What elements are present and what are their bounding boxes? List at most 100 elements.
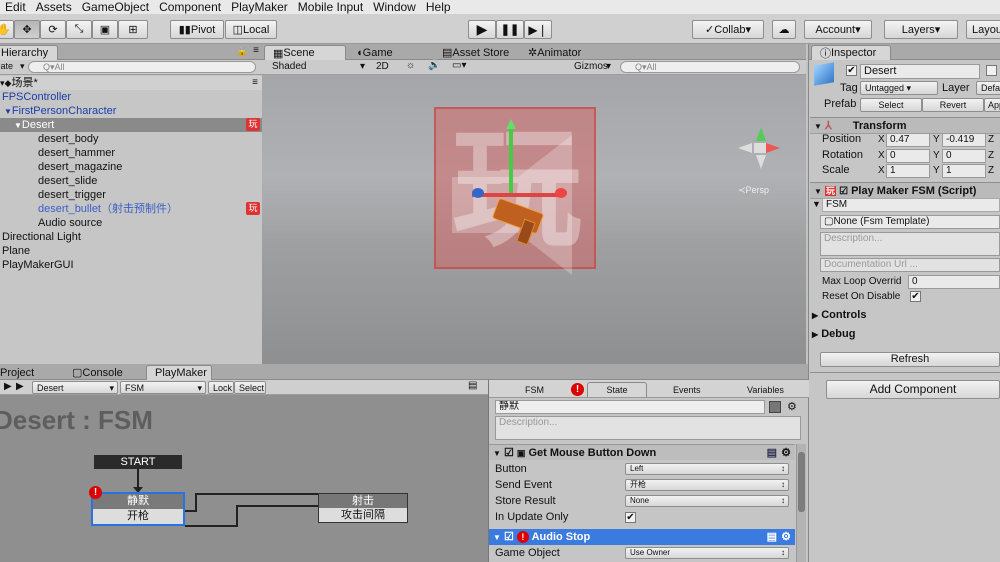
tab-playmaker[interactable]: PlayMaker xyxy=(146,365,212,380)
expand-arrow-icon[interactable]: ▼ xyxy=(14,121,22,130)
local-button[interactable]: ◫ Local xyxy=(225,20,277,39)
menu-assets[interactable]: Assets xyxy=(31,0,77,14)
lock-icon[interactable]: 🔒 xyxy=(237,46,248,57)
tree-item-desert[interactable]: ▼Desert xyxy=(0,118,262,132)
fsm-select-dropdown[interactable]: FSM ▾ xyxy=(120,381,206,394)
start-node[interactable]: START xyxy=(94,455,182,469)
scene-viewport[interactable]: 玩 ≺Persp xyxy=(262,75,806,364)
object-name-field[interactable]: Desert xyxy=(860,64,980,79)
scene-search-input[interactable]: Q▾All xyxy=(620,61,800,73)
foldout-arrow-icon[interactable]: ▼ xyxy=(812,197,821,212)
tab-events[interactable]: Events xyxy=(665,382,709,397)
tree-item-desert-hammer[interactable]: desert_hammer xyxy=(0,146,262,160)
cloud-button[interactable]: ☁ xyxy=(772,20,796,39)
state-event[interactable]: 开枪 xyxy=(93,509,183,524)
x-arrow-icon[interactable] xyxy=(555,188,567,198)
gear-icon[interactable]: ⚙ xyxy=(787,400,797,413)
layer-dropdown[interactable]: Default xyxy=(976,81,1000,95)
state-node-shoot[interactable]: 射击 攻击间隔 xyxy=(318,493,408,523)
y-arrow-icon[interactable] xyxy=(506,119,516,129)
foldout-arrow-icon[interactable]: ▼ xyxy=(493,449,501,458)
prefab-select-button[interactable]: Select xyxy=(860,98,922,112)
scene-header[interactable]: ▾◆场景* ≡ xyxy=(0,76,262,90)
menu-window[interactable]: Window xyxy=(368,0,421,14)
tab-animator[interactable]: ✲ Animator xyxy=(520,45,589,60)
pause-button[interactable]: ❚❚ xyxy=(496,20,524,39)
z-arrow-icon[interactable] xyxy=(472,188,484,198)
gizmo-x-icon[interactable] xyxy=(766,143,780,153)
layers-dropdown[interactable]: Layers ▾ xyxy=(884,20,958,39)
tab-fsm[interactable]: FSM xyxy=(517,382,552,397)
controls-foldout[interactable]: ▶ Controls xyxy=(812,308,866,323)
action-header-get-mouse-button-down[interactable]: ▼ ☑ ▣ Get Mouse Button Down ▤ ⚙ xyxy=(489,444,795,460)
store-result-dropdown[interactable]: None ↕ xyxy=(625,495,789,507)
color-swatch[interactable] xyxy=(769,401,781,413)
state-name-field[interactable]: 静默 xyxy=(495,400,765,414)
account-dropdown[interactable]: Account ▾ xyxy=(804,20,872,39)
tree-item-firstpersoncharacter[interactable]: ▼FirstPersonCharacter xyxy=(0,104,262,118)
tree-item-fpscontroller[interactable]: FPSController xyxy=(0,90,262,104)
rotate-tool-button[interactable]: ⟳ xyxy=(40,20,66,39)
tree-item-plane[interactable]: Plane xyxy=(0,244,262,258)
foldout-arrow-icon[interactable]: ▼ xyxy=(814,187,822,196)
tree-item-desert-body[interactable]: desert_body xyxy=(0,132,262,146)
effects-icon[interactable]: ▭▾ xyxy=(452,60,466,71)
play-button[interactable]: ▶ xyxy=(468,20,496,39)
tab-game[interactable]: ◖ Game xyxy=(348,45,401,60)
menu-gameobject[interactable]: GameObject xyxy=(77,0,154,14)
layout-dropdown[interactable]: Layout xyxy=(966,20,1000,39)
tab-inspector[interactable]: ⓘ Inspector xyxy=(811,45,891,60)
sidebar-toggle-icon[interactable]: ▤ xyxy=(468,380,477,391)
menu-edit[interactable]: Edit xyxy=(0,0,31,14)
scale-x-field[interactable]: 1 xyxy=(886,164,930,178)
rotation-y-field[interactable]: 0 xyxy=(942,149,986,163)
mode-2d-toggle[interactable]: 2D xyxy=(376,61,389,72)
error-icon[interactable]: ! xyxy=(89,486,102,499)
move-tool-button[interactable]: ✥ xyxy=(14,20,40,39)
tab-asset-store[interactable]: ▤ Asset Store xyxy=(434,45,517,60)
scrollbar-thumb[interactable] xyxy=(798,452,805,512)
tab-project[interactable]: Project xyxy=(0,365,42,380)
step-button[interactable]: ▶❘ xyxy=(524,20,552,39)
collab-button[interactable]: ✓ Collab ▾ xyxy=(692,20,764,39)
active-checkbox[interactable]: ✔ xyxy=(846,65,857,76)
fsm-name-field[interactable]: FSM xyxy=(822,198,1000,212)
scale-tool-button[interactable]: ⤡ xyxy=(66,20,92,39)
scrollbar[interactable] xyxy=(796,444,806,562)
gizmo-center-icon[interactable] xyxy=(754,143,766,153)
prefab-apply-button[interactable]: Apply xyxy=(984,98,1000,112)
tree-item-desert-trigger[interactable]: desert_trigger xyxy=(0,188,262,202)
rotation-x-field[interactable]: 0 xyxy=(886,149,930,163)
state-description-field[interactable]: Description... xyxy=(495,416,801,440)
tab-scene[interactable]: ▦ Scene xyxy=(264,45,346,60)
script-icon[interactable]: ▤ xyxy=(767,445,777,461)
hand-tool-button[interactable]: ✋ xyxy=(0,20,14,39)
playmaker-badge-icon[interactable]: 玩 xyxy=(246,118,260,131)
select-button[interactable]: Select xyxy=(234,381,266,394)
gizmo-x-neg-icon[interactable] xyxy=(738,143,752,153)
fsm-template-field[interactable]: ▢None (Fsm Template) xyxy=(820,215,1000,229)
playmaker-fsm-header[interactable]: ▼ 玩 ☑ Play Maker FSM (Script) xyxy=(810,182,1000,199)
debug-foldout[interactable]: ▶ Debug xyxy=(812,327,855,342)
menu-playmaker[interactable]: PlayMaker xyxy=(226,0,293,14)
prefab-revert-button[interactable]: Revert xyxy=(922,98,984,112)
tab-hierarchy[interactable]: Hierarchy xyxy=(0,45,58,60)
state-event[interactable]: 攻击间隔 xyxy=(319,508,407,522)
gizmo-y-neg-icon[interactable] xyxy=(756,155,766,169)
menu-icon[interactable]: ≡ xyxy=(252,76,258,90)
action-enabled-checkbox[interactable]: ☑ xyxy=(504,447,514,459)
position-x-field[interactable]: 0.47 xyxy=(886,133,930,147)
menu-component[interactable]: Component xyxy=(154,0,226,14)
send-event-dropdown[interactable]: 开枪 ↕ xyxy=(625,479,789,491)
button-dropdown[interactable]: Left ↕ xyxy=(625,463,789,475)
fsm-graph-canvas[interactable]: Desert : FSM START 静默 开枪 ! 射击 攻击间隔 xyxy=(0,395,488,562)
tree-item-audio-source[interactable]: Audio source xyxy=(0,216,262,230)
in-update-only-checkbox[interactable]: ✔ xyxy=(625,512,636,523)
description-field[interactable]: Description... xyxy=(820,232,1000,256)
tree-item-desert-bullet[interactable]: desert_bullet（射击预制件） xyxy=(0,202,262,216)
action-enabled-checkbox[interactable]: ☑ xyxy=(504,531,514,543)
tab-variables[interactable]: Variables xyxy=(739,382,792,397)
playmaker-badge-icon[interactable]: 玩 xyxy=(246,202,260,215)
gizmo-y-icon[interactable] xyxy=(756,127,766,141)
position-y-field[interactable]: -0.419 xyxy=(942,133,986,147)
